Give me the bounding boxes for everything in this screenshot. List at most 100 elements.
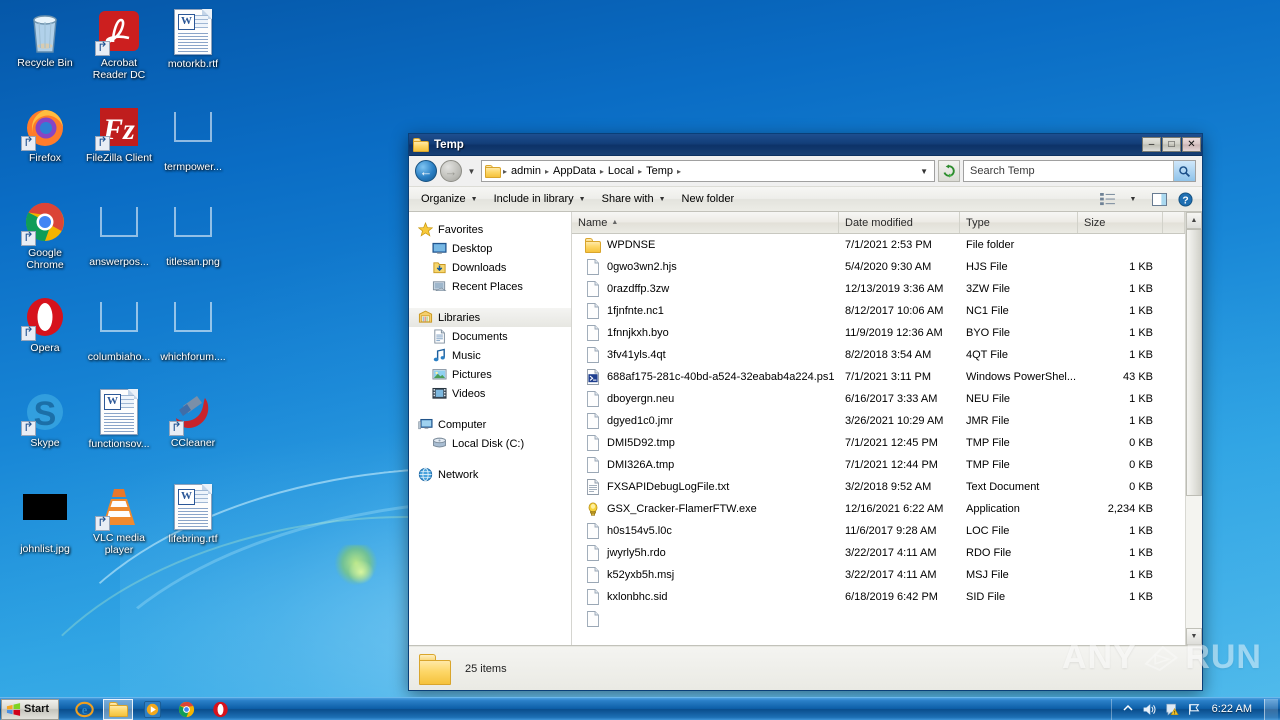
desktop-icon-lifebring.rtf[interactable]: Wlifebring.rtf — [156, 483, 230, 546]
file-row[interactable]: dboyergn.neu 6/16/2017 3:33 AM NEU File 1 K… — [572, 388, 1185, 410]
taskbar-button-internet-explorer[interactable]: e — [69, 699, 99, 720]
desktop-icon-answerpos...[interactable]: answerpos... — [82, 198, 156, 269]
breadcrumb[interactable]: ▸ admin ▸ AppData ▸ Local ▸ Temp ▸ ▼ — [481, 160, 935, 182]
file-row[interactable]: 688af175-281c-40bd-a524-32eabab4a224.ps1… — [572, 366, 1185, 388]
start-button[interactable]: Start — [1, 698, 59, 720]
column-header-name[interactable]: Name ▲ — [572, 212, 839, 233]
file-row[interactable]: h0s154v5.l0c 11/6/2017 9:28 AM LOC File 1 K… — [572, 520, 1185, 542]
file-name-cell[interactable]: h0s154v5.l0c — [572, 523, 839, 539]
file-name-cell[interactable]: DMI326A.tmp — [572, 457, 839, 473]
file-row[interactable]: FXSAPIDebugLogFile.txt 3/2/2018 9:52 AM Te… — [572, 476, 1185, 498]
nav-group-network[interactable]: Network — [409, 465, 571, 484]
nav-item-downloads[interactable]: Downloads — [409, 258, 571, 277]
organize-button[interactable]: Organize ▼ — [413, 188, 486, 210]
desktop-icon-titlesan.png[interactable]: titlesan.png — [156, 198, 230, 269]
desktop-icon-skype[interactable]: S Skype — [8, 388, 82, 450]
desktop-icon-johnlist.jpg[interactable]: johnlist.jpg — [8, 483, 82, 556]
change-view-icon[interactable] — [1094, 188, 1120, 210]
recent-pages-dropdown[interactable]: ▼ — [465, 160, 478, 182]
search-box[interactable]: Search Temp — [963, 160, 1196, 182]
file-row[interactable] — [572, 608, 1185, 630]
file-row[interactable]: 1fjnfnte.nc1 8/12/2017 10:06 AM NC1 File 1 … — [572, 300, 1185, 322]
file-name-cell[interactable]: jwyrly5h.rdo — [572, 545, 839, 561]
nav-group-libraries[interactable]: Libraries — [409, 308, 571, 327]
network-icon[interactable] — [1186, 701, 1202, 717]
taskbar-button-windows-explorer[interactable] — [103, 698, 133, 720]
column-header-type[interactable]: Type — [960, 212, 1078, 233]
column-header-size[interactable]: Size — [1078, 212, 1163, 233]
nav-item-pictures[interactable]: Pictures — [409, 365, 571, 384]
breadcrumb-separator[interactable]: ▸ — [599, 167, 605, 176]
show-desktop-button[interactable] — [1264, 698, 1278, 720]
column-header-date[interactable]: Date modified — [839, 212, 960, 233]
breadcrumb-item-admin[interactable]: admin — [508, 165, 544, 177]
file-name-cell[interactable]: DMI5D92.tmp — [572, 435, 839, 451]
desktop-icon-acrobat-reader-dc[interactable]: Acrobat Reader DC — [82, 8, 156, 81]
desktop-icon-filezilla-client[interactable]: FzFileZilla Client — [82, 103, 156, 165]
scroll-thumb[interactable] — [1186, 229, 1202, 497]
file-row[interactable]: kxlonbhc.sid 6/18/2019 6:42 PM SID File 1 K… — [572, 586, 1185, 608]
nav-item-recent-places[interactable]: Recent Places — [409, 277, 571, 296]
desktop-icon-ccleaner[interactable]: CCleaner — [156, 388, 230, 450]
file-name-cell[interactable]: 0razdffp.3zw — [572, 281, 839, 297]
breadcrumb-item-temp[interactable]: Temp — [643, 165, 676, 177]
file-name-cell[interactable]: FXSAPIDebugLogFile.txt — [572, 479, 839, 495]
file-name-cell[interactable]: 0gwo3wn2.hjs — [572, 259, 839, 275]
address-dropdown-icon[interactable]: ▼ — [916, 167, 932, 176]
system-tray[interactable]: 6:22 AM — [1110, 698, 1280, 720]
maximize-button[interactable]: □ — [1162, 137, 1181, 152]
desktop-icon-google-chrome[interactable]: Google Chrome — [8, 198, 82, 271]
breadcrumb-separator[interactable]: ▸ — [676, 167, 682, 176]
search-icon[interactable] — [1173, 161, 1195, 181]
file-name-cell[interactable]: kxlonbhc.sid — [572, 589, 839, 605]
file-row[interactable]: 0gwo3wn2.hjs 5/4/2020 9:30 AM HJS File 1 KB — [572, 256, 1185, 278]
view-dropdown-icon[interactable]: ▼ — [1120, 188, 1146, 210]
column-headers[interactable]: Name ▲ Date modified Type Size — [572, 212, 1185, 234]
file-name-cell[interactable]: dgyed1c0.jmr — [572, 413, 839, 429]
nav-item-desktop[interactable]: Desktop — [409, 239, 571, 258]
file-row[interactable]: jwyrly5h.rdo 3/22/2017 4:11 AM RDO File 1 K… — [572, 542, 1185, 564]
volume-icon[interactable] — [1142, 701, 1158, 717]
refresh-button[interactable] — [938, 160, 960, 182]
file-row[interactable]: GSX_Cracker-FlamerFTW.exe 12/16/2021 6:22… — [572, 498, 1185, 520]
nav-item-documents[interactable]: Documents — [409, 327, 571, 346]
window-titlebar[interactable]: Temp – □ ✕ — [409, 134, 1202, 156]
taskbar-button-media-player[interactable] — [137, 699, 167, 720]
show-hidden-icons-icon[interactable] — [1120, 701, 1136, 717]
desktop-icon-motorkb.rtf[interactable]: Wmotorkb.rtf — [156, 8, 230, 71]
nav-item-local-disk-c[interactable]: Local Disk (C:) — [409, 434, 571, 453]
file-row[interactable]: DMI5D92.tmp 7/1/2021 12:45 PM TMP File 0 KB — [572, 432, 1185, 454]
desktop-icon-whichforum....[interactable]: whichforum.... — [156, 293, 230, 364]
file-name-cell[interactable]: 3fv41yls.4qt — [572, 347, 839, 363]
desktop-icon-firefox[interactable]: Firefox — [8, 103, 82, 165]
file-row[interactable]: 3fv41yls.4qt 8/2/2018 3:54 AM 4QT File 1 KB — [572, 344, 1185, 366]
file-rows[interactable]: WPDNSE 7/1/2021 2:53 PM File folder 0gwo3wn… — [572, 234, 1185, 645]
breadcrumb-item-local[interactable]: Local — [605, 165, 637, 177]
new-folder-button[interactable]: New folder — [674, 188, 743, 210]
scroll-up-button[interactable]: ▲ — [1186, 212, 1202, 229]
close-button[interactable]: ✕ — [1182, 137, 1201, 152]
file-name-cell[interactable]: 688af175-281c-40bd-a524-32eabab4a224.ps1 — [572, 369, 839, 385]
navigation-pane[interactable]: Favorites Desktop Downloads Recent Places Li… — [409, 212, 572, 645]
file-row[interactable]: dgyed1c0.jmr 3/26/2021 10:29 AM JMR File 1 … — [572, 410, 1185, 432]
search-input[interactable]: Search Temp — [964, 165, 1173, 177]
file-name-cell[interactable]: 1fjnfnte.nc1 — [572, 303, 839, 319]
vertical-scrollbar[interactable]: ▲ ▼ — [1185, 212, 1202, 645]
breadcrumb-item-appdata[interactable]: AppData — [550, 165, 599, 177]
desktop-icon-termpower...[interactable]: termpower... — [156, 103, 230, 174]
taskbar[interactable]: Start e 6:22 AM — [0, 697, 1280, 720]
file-name-cell[interactable]: GSX_Cracker-FlamerFTW.exe — [572, 501, 839, 517]
scroll-track[interactable] — [1186, 229, 1202, 628]
file-name-cell[interactable] — [572, 611, 839, 627]
help-icon[interactable]: ? — [1172, 188, 1198, 210]
include-in-library-button[interactable]: Include in library ▼ — [486, 188, 594, 210]
desktop-icon-columbiaho...[interactable]: columbiaho... — [82, 293, 156, 364]
minimize-button[interactable]: – — [1142, 137, 1161, 152]
file-row[interactable]: k52yxb5h.msj 3/22/2017 4:11 AM MSJ File 1 K… — [572, 564, 1185, 586]
file-row[interactable]: WPDNSE 7/1/2021 2:53 PM File folder — [572, 234, 1185, 256]
forward-button[interactable]: → — [440, 160, 462, 182]
desktop-icon-opera[interactable]: Opera — [8, 293, 82, 355]
nav-item-music[interactable]: Music — [409, 346, 571, 365]
share-with-button[interactable]: Share with ▼ — [594, 188, 674, 210]
nav-group-computer[interactable]: Computer — [409, 415, 571, 434]
